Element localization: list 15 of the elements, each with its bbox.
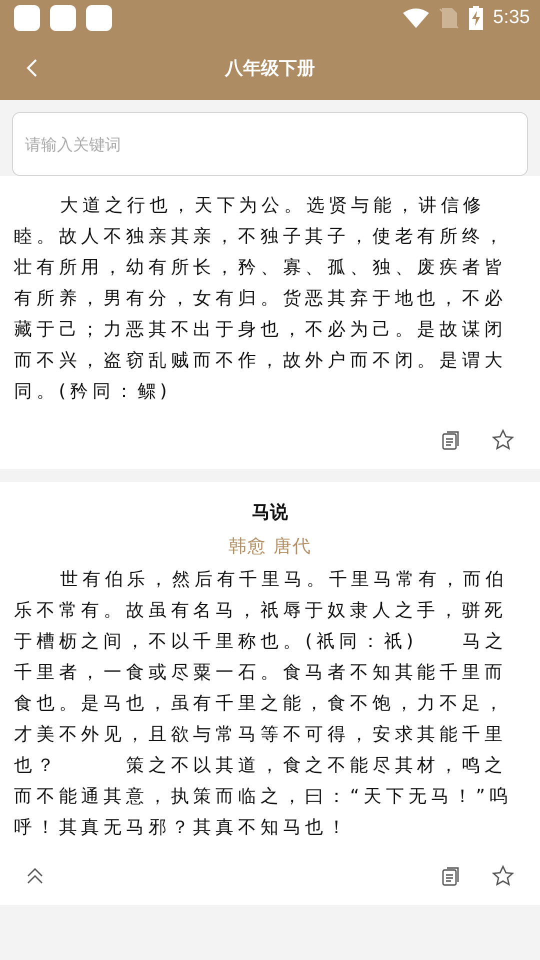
back-icon (26, 58, 38, 78)
page-title: 八年级下册 (225, 57, 315, 80)
poem-title: 马说 (251, 501, 289, 524)
status-time: 5:35 (493, 7, 530, 29)
wifi-icon (403, 8, 430, 28)
no-sim-icon (439, 7, 460, 29)
notification-icon (86, 5, 112, 31)
battery-charging-icon (469, 6, 484, 30)
notification-icon (14, 5, 40, 31)
poem-author: 韩愈 唐代 (228, 535, 312, 558)
search-field[interactable]: 请输入关键词 (12, 112, 528, 176)
poem-text: 世有伯乐，然后有千里马。千里马常有，而伯乐不常有。故虽有名马，祇辱于奴隶人之手，骈死于槽枥之间，不以千里称也。(祇同：祇) 马之千里者，一食或尽粟一石。食马者不知其能千里而食也。是马也，虽有千里之能，食不饱，力不足，才美不外见，且欲与常马等不可得，安求其能千里也？ 策之不以其道，食之不能尽其材，鸣之而不能通其意，执策而临之，曰：“天下无马！”呜呼！其真无马邪？其真不知马也！ (14, 568, 513, 840)
double-chevron-up-icon (26, 868, 44, 884)
poem-text: 大道之行也，天下为公。选贤与能，讲信修睦。故人不独亲其亲，不独子其子，使老有所终，壮有所用，幼有所长，矜、寡、孤、独、废疾者皆有所养，男有分，女有归。货恶其弃于地也，不必藏于己；力恶其不出于身也，不必为己。是故谋闭而不兴，盗窃乱贼而不作，故外户而不闭。是谓大同。(矜同：鳏) (14, 194, 508, 404)
notification-icon (50, 5, 76, 31)
